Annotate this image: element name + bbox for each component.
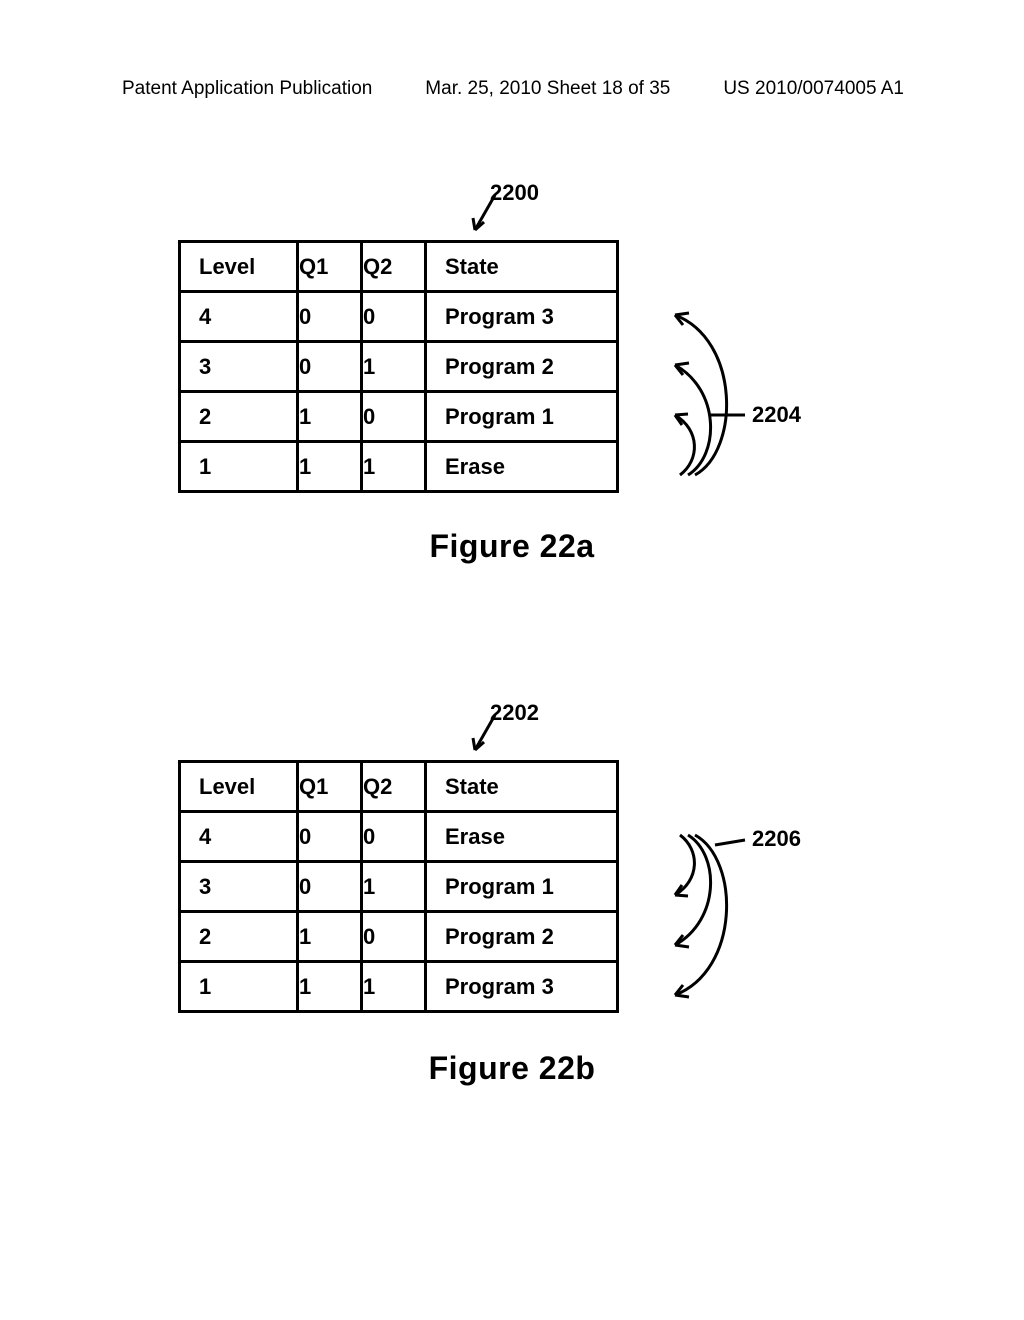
page-header: Patent Application Publication Mar. 25, … [0, 78, 1024, 100]
th-state: State [426, 762, 618, 812]
table-row: 3 0 1 Program 1 [180, 862, 618, 912]
th-level: Level [180, 242, 298, 292]
table-row: 2 1 0 Program 1 [180, 392, 618, 442]
table-row: 1 1 1 Erase [180, 442, 618, 492]
th-q2: Q2 [362, 762, 426, 812]
th-q2: Q2 [362, 242, 426, 292]
table-row: 4 0 0 Program 3 [180, 292, 618, 342]
th-state: State [426, 242, 618, 292]
annotation-arrows-2204-icon [620, 280, 810, 510]
ref-label-2202: 2202 [490, 700, 539, 726]
header-left: Patent Application Publication [122, 78, 372, 100]
ref-label-2200: 2200 [490, 180, 539, 206]
figure-title-b: Figure 22b [0, 1050, 1024, 1087]
table-row: 4 0 0 Erase [180, 812, 618, 862]
th-q1: Q1 [298, 242, 362, 292]
header-mid: Mar. 25, 2010 Sheet 18 of 35 [425, 78, 670, 100]
table-22b: Level Q1 Q2 State 4 0 0 Erase 3 0 1 Prog… [178, 760, 619, 1013]
table-row: 3 0 1 Program 2 [180, 342, 618, 392]
table-row: 1 1 1 Program 3 [180, 962, 618, 1012]
side-label-2206: 2206 [752, 826, 801, 852]
side-label-2204: 2204 [752, 402, 801, 428]
th-level: Level [180, 762, 298, 812]
table-row: 2 1 0 Program 2 [180, 912, 618, 962]
table-header-row: Level Q1 Q2 State [180, 242, 618, 292]
table-22a: Level Q1 Q2 State 4 0 0 Program 3 3 0 1 … [178, 240, 619, 493]
th-q1: Q1 [298, 762, 362, 812]
header-right: US 2010/0074005 A1 [723, 78, 904, 100]
table-header-row: Level Q1 Q2 State [180, 762, 618, 812]
figure-title-a: Figure 22a [0, 528, 1024, 565]
